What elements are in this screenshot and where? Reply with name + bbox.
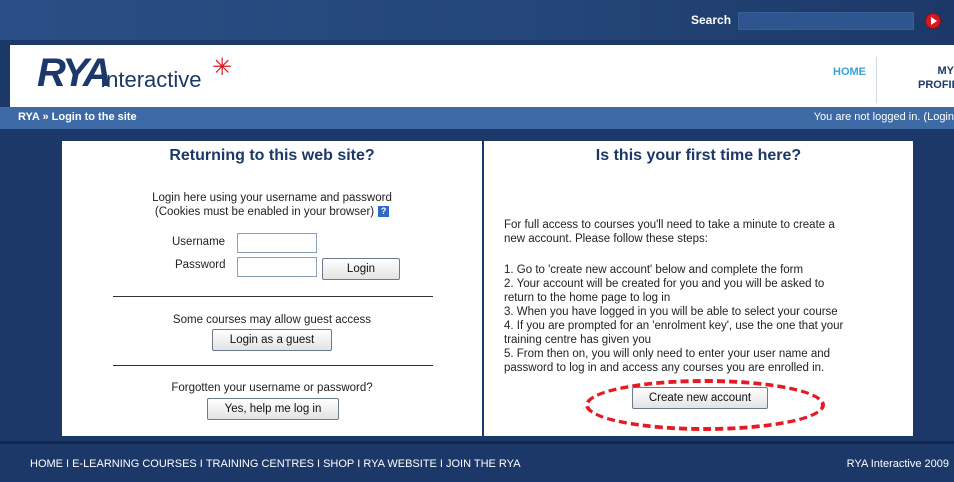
forgot-text: Forgotten your username or password?: [62, 381, 482, 395]
footer-link-shop[interactable]: SHOP: [323, 458, 354, 470]
page: Search RYA Interactive ✳ HOME MY PROFILE…: [0, 0, 954, 479]
signup-step: 1. Go to 'create new account' below and …: [504, 263, 803, 277]
site-header: RYA Interactive ✳ HOME MY PROFILE: [10, 45, 954, 107]
footer-link-home[interactable]: HOME: [30, 458, 63, 470]
breadcrumb[interactable]: RYA » Login to the site: [18, 111, 137, 123]
rya-logo[interactable]: RYA: [37, 51, 109, 96]
returning-user-panel: Returning to this web site? Login here u…: [62, 141, 482, 436]
divider-2: [113, 365, 433, 366]
guest-text: Some courses may allow guest access: [62, 313, 482, 327]
copyright-text: RYA Interactive 2009: [847, 458, 949, 470]
search-input[interactable]: [738, 12, 914, 30]
login-button[interactable]: Login: [322, 258, 400, 280]
signup-step: 2. Your account will be created for you …: [504, 277, 824, 291]
login-intro-line2: (Cookies must be enabled in your browser…: [62, 205, 482, 219]
top-search-bar: Search: [0, 0, 954, 40]
footer-link-training[interactable]: TRAINING CENTRES: [206, 458, 314, 470]
username-field[interactable]: [237, 233, 317, 253]
signup-intro-line2: new account. Please follow these steps:: [504, 232, 708, 246]
footer-separator: I: [66, 458, 69, 470]
guest-login-button[interactable]: Login as a guest: [212, 329, 332, 351]
help-login-button[interactable]: Yes, help me log in: [207, 398, 339, 420]
returning-title: Returning to this web site?: [62, 147, 482, 165]
signup-step: 5. From then on, you will only need to e…: [504, 347, 830, 361]
first-time-title: Is this your first time here?: [484, 147, 913, 165]
signup-step: return to the home page to log in: [504, 291, 670, 305]
footer-separator: I: [317, 458, 320, 470]
login-status-text: You are not logged in. (Login: [814, 111, 954, 123]
footer-link-join[interactable]: JOIN THE RYA: [446, 458, 521, 470]
nav-profile-line2: PROFILE: [918, 79, 954, 91]
highlight-annotation: [585, 379, 825, 431]
logo-star-icon: ✳: [212, 53, 232, 81]
logo-interactive-text: Interactive: [100, 67, 202, 93]
footer-separator: I: [357, 458, 360, 470]
nav-divider: [876, 57, 877, 103]
logo-rya-text: RYA: [37, 51, 109, 95]
nav-profile-line1: MY: [938, 65, 954, 77]
footer-nav: HOMEIE-LEARNING COURSESITRAINING CENTRES…: [30, 458, 521, 470]
login-intro-line2-text: (Cookies must be enabled in your browser…: [155, 206, 374, 218]
breadcrumb-bar: RYA » Login to the site You are not logg…: [0, 107, 954, 129]
signup-step: 3. When you have logged in you will be a…: [504, 305, 838, 319]
login-intro-line1: Login here using your username and passw…: [62, 191, 482, 205]
password-label: Password: [175, 259, 226, 271]
footer-separator: I: [200, 458, 203, 470]
nav-profile-link[interactable]: MY PROFILE: [918, 64, 954, 92]
password-field[interactable]: [237, 257, 317, 277]
signup-step: training centre has given you: [504, 333, 651, 347]
search-label: Search: [691, 13, 731, 27]
search-go-icon[interactable]: [925, 13, 941, 29]
footer-link-rya-website[interactable]: RYA WEBSITE: [363, 458, 437, 470]
signup-intro-line1: For full access to courses you'll need t…: [504, 218, 835, 232]
signup-step: 4. If you are prompted for an 'enrolment…: [504, 319, 843, 333]
signup-step: password to log in and access any course…: [504, 361, 824, 375]
username-label: Username: [172, 236, 225, 248]
nav-home-link[interactable]: HOME: [833, 66, 866, 78]
divider-1: [113, 296, 433, 297]
footer: HOMEIE-LEARNING COURSESITRAINING CENTRES…: [0, 441, 954, 482]
help-icon[interactable]: ?: [378, 206, 389, 217]
footer-link-elearning[interactable]: E-LEARNING COURSES: [72, 458, 197, 470]
footer-separator: I: [440, 458, 443, 470]
